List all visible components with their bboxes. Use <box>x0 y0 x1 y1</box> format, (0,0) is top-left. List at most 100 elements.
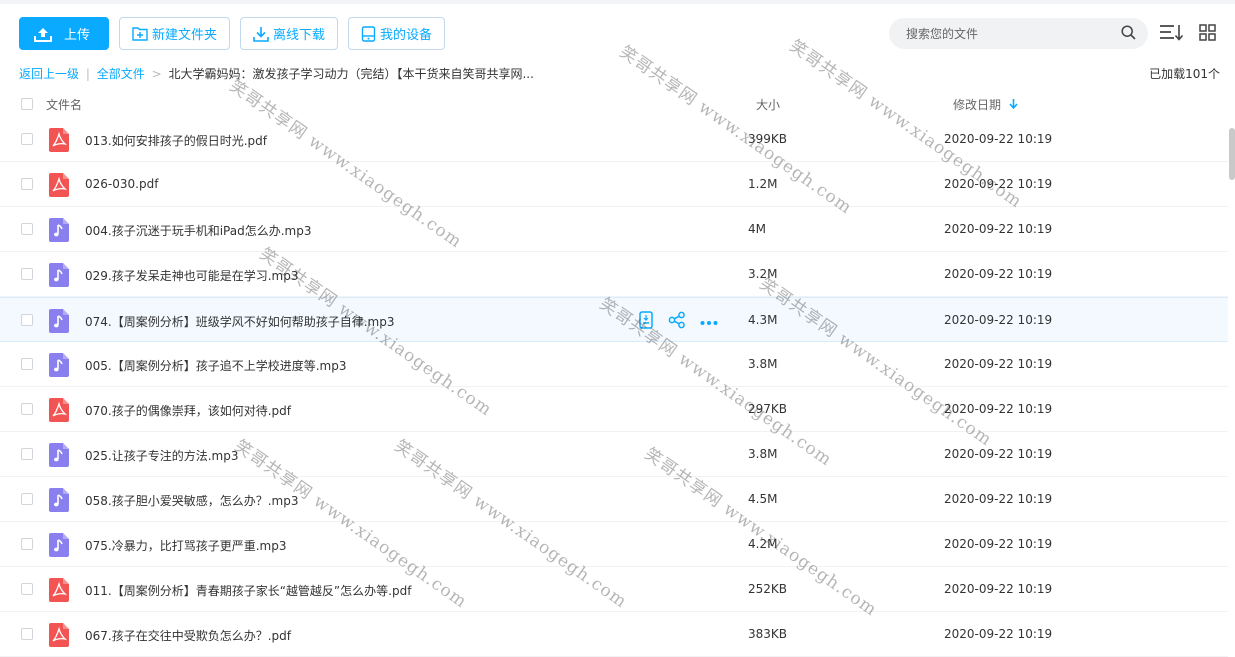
breadcrumb-current: 北大学霸妈妈：激发孩子学习动力（完结）【本干货来自笑哥共享网... <box>168 67 534 81</box>
device-icon <box>361 25 376 42</box>
scrollbar-thumb[interactable] <box>1229 128 1235 180</box>
my-devices-button[interactable]: 我的设备 <box>348 17 446 50</box>
pdf-file-icon <box>49 128 69 152</box>
select-all-checkbox[interactable] <box>21 98 33 110</box>
file-date: 2020-09-22 10:19 <box>944 537 1053 551</box>
column-date-label: 修改日期 <box>953 98 1002 112</box>
upload-button[interactable]: 上传 <box>19 17 110 50</box>
file-size: 252KB <box>748 582 788 596</box>
loaded-count: 已加载101个 <box>1149 67 1220 81</box>
file-date: 2020-09-22 10:19 <box>944 222 1053 236</box>
row-checkbox[interactable] <box>21 314 33 326</box>
file-name[interactable]: 075.冷暴力，比打骂孩子更严重.mp3 <box>85 537 286 554</box>
row-checkbox[interactable] <box>21 583 33 595</box>
audio-file-icon <box>49 488 69 512</box>
my-devices-label: 我的设备 <box>380 28 433 43</box>
pdf-file-icon <box>49 173 69 197</box>
file-name[interactable]: 004.孩子沉迷于玩手机和iPad怎么办.mp3 <box>85 222 311 239</box>
table-row[interactable]: 075.冷暴力，比打骂孩子更严重.mp3 4.2M 2020-09-22 10:… <box>0 522 1228 567</box>
all-files-link[interactable]: 全部文件 <box>97 67 145 81</box>
file-date: 2020-09-22 10:19 <box>944 447 1053 461</box>
file-date: 2020-09-22 10:19 <box>944 267 1053 281</box>
file-name[interactable]: 058.孩子胆小爱哭敏感，怎么办？.mp3 <box>85 492 298 509</box>
new-folder-button[interactable]: 新建文件夹 <box>119 17 231 50</box>
column-name[interactable]: 文件名 <box>46 96 82 113</box>
column-date[interactable]: 修改日期 <box>953 96 1018 113</box>
grid-view-icon[interactable] <box>1199 24 1216 44</box>
row-checkbox[interactable] <box>21 628 33 640</box>
search-icon[interactable] <box>1121 24 1136 43</box>
pdf-file-icon <box>49 398 69 422</box>
table-row[interactable]: 074.【周案例分析】班级学风不好如何帮助孩子自律.mp3 4.3M 2020-… <box>0 297 1228 342</box>
file-name[interactable]: 029.孩子发呆走神也可能是在学习.mp3 <box>85 267 298 284</box>
file-size: 4M <box>748 222 766 236</box>
row-checkbox[interactable] <box>21 403 33 415</box>
row-checkbox[interactable] <box>21 268 33 280</box>
share-icon[interactable] <box>668 311 686 332</box>
table-row[interactable]: 070.孩子的偶像崇拜，该如何对待.pdf 297KB 2020-09-22 1… <box>0 387 1228 432</box>
audio-file-icon <box>49 309 69 333</box>
file-name[interactable]: 074.【周案例分析】班级学风不好如何帮助孩子自律.mp3 <box>85 313 394 330</box>
breadcrumb-arrow: > <box>151 67 162 81</box>
file-size: 1.2M <box>748 177 778 191</box>
download-icon <box>253 26 269 42</box>
file-date: 2020-09-22 10:19 <box>944 582 1053 596</box>
search-box <box>889 18 1148 49</box>
table-row[interactable]: 029.孩子发呆走神也可能是在学习.mp3 3.2M 2020-09-22 10… <box>0 252 1228 297</box>
upload-label: 上传 <box>64 28 91 43</box>
audio-file-icon <box>49 218 69 242</box>
file-size: 399KB <box>748 132 788 146</box>
table-header: 文件名 大小 修改日期 <box>0 88 1228 120</box>
pdf-file-icon <box>49 623 69 647</box>
breadcrumb: 返回上一级 | 全部文件 > 北大学霸妈妈：激发孩子学习动力（完结）【本干货来自… <box>19 65 534 82</box>
table-row[interactable]: 011.【周案例分析】青春期孩子家长“越管越反”怎么办等.pdf 252KB 2… <box>0 567 1228 612</box>
file-name[interactable]: 011.【周案例分析】青春期孩子家长“越管越反”怎么办等.pdf <box>85 582 411 599</box>
row-checkbox[interactable] <box>21 178 33 190</box>
search-input[interactable] <box>904 25 1121 42</box>
table-row[interactable]: 004.孩子沉迷于玩手机和iPad怎么办.mp3 4M 2020-09-22 1… <box>0 207 1228 252</box>
table-row[interactable]: 005.【周案例分析】孩子追不上学校进度等.mp3 3.8M 2020-09-2… <box>0 342 1228 387</box>
offline-download-button[interactable]: 离线下载 <box>240 17 339 50</box>
file-size: 4.5M <box>748 492 778 506</box>
sort-icon[interactable] <box>1159 23 1185 46</box>
file-name[interactable]: 025.让孩子专注的方法.mp3 <box>85 447 238 464</box>
row-checkbox[interactable] <box>21 538 33 550</box>
file-name[interactable]: 013.如何安排孩子的假日时光.pdf <box>85 132 267 149</box>
row-checkbox[interactable] <box>21 223 33 235</box>
file-list: 013.如何安排孩子的假日时光.pdf 399KB 2020-09-22 10:… <box>0 117 1228 657</box>
new-folder-label: 新建文件夹 <box>152 28 218 43</box>
row-checkbox[interactable] <box>21 133 33 145</box>
file-date: 2020-09-22 10:19 <box>944 132 1053 146</box>
table-row[interactable]: 025.让孩子专注的方法.mp3 3.8M 2020-09-22 10:19 <box>0 432 1228 477</box>
audio-file-icon <box>49 353 69 377</box>
row-checkbox[interactable] <box>21 493 33 505</box>
audio-file-icon <box>49 263 69 287</box>
row-checkbox[interactable] <box>21 358 33 370</box>
table-row[interactable]: 058.孩子胆小爱哭敏感，怎么办？.mp3 4.5M 2020-09-22 10… <box>0 477 1228 522</box>
file-size: 297KB <box>748 402 788 416</box>
file-size: 383KB <box>748 627 788 641</box>
file-size: 4.2M <box>748 537 778 551</box>
file-date: 2020-09-22 10:19 <box>944 177 1053 191</box>
file-date: 2020-09-22 10:19 <box>944 313 1053 327</box>
file-size: 4.3M <box>748 313 778 327</box>
table-row[interactable]: 013.如何安排孩子的假日时光.pdf 399KB 2020-09-22 10:… <box>0 117 1228 162</box>
file-name[interactable]: 067.孩子在交往中受欺负怎么办？.pdf <box>85 627 291 644</box>
offline-download-label: 离线下载 <box>273 28 326 43</box>
back-link[interactable]: 返回上一级 <box>19 67 79 81</box>
table-row[interactable]: 026-030.pdf 1.2M 2020-09-22 10:19 <box>0 162 1228 207</box>
file-name[interactable]: 026-030.pdf <box>85 177 158 191</box>
file-date: 2020-09-22 10:19 <box>944 357 1053 371</box>
upload-icon <box>34 26 52 42</box>
breadcrumb-separator: | <box>85 67 90 81</box>
file-name[interactable]: 070.孩子的偶像崇拜，该如何对待.pdf <box>85 402 291 419</box>
row-checkbox[interactable] <box>21 448 33 460</box>
column-size[interactable]: 大小 <box>756 96 780 113</box>
more-icon[interactable] <box>700 315 718 329</box>
file-date: 2020-09-22 10:19 <box>944 402 1053 416</box>
table-row[interactable]: 067.孩子在交往中受欺负怎么办？.pdf 383KB 2020-09-22 1… <box>0 612 1228 657</box>
send-to-device-icon[interactable] <box>638 311 654 332</box>
file-name[interactable]: 005.【周案例分析】孩子追不上学校进度等.mp3 <box>85 357 346 374</box>
top-divider <box>0 0 1235 4</box>
audio-file-icon <box>49 533 69 557</box>
